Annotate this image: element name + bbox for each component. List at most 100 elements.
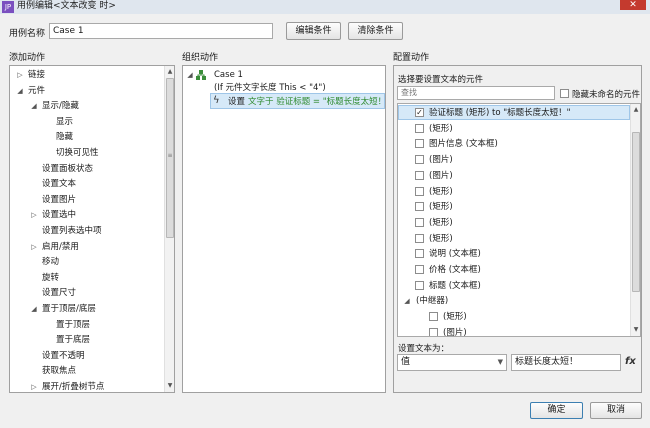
widget-item[interactable]: (矩形) [429,200,453,215]
grip-icon: ≡ [167,152,173,159]
scroll-down-arrow-icon[interactable]: ▼ [631,326,640,333]
widget-checkbox[interactable] [415,217,424,227]
widget-list-scrollbar[interactable]: ▲ ▼ [630,104,640,336]
expand-right-icon[interactable]: ▷ [30,211,38,219]
widget-item[interactable]: 图片信息 (文本框) [429,137,498,152]
widget-checkbox[interactable] [415,139,424,149]
organize-actions-title: 组织动作 [182,53,219,63]
chevron-down-icon: ▼ [497,358,503,366]
clear-condition-button[interactable]: 清除条件 [348,22,403,40]
expand-right-icon[interactable]: ▷ [30,383,38,391]
expand-right-icon[interactable]: ▷ [30,243,38,251]
fx-button[interactable]: fx [625,356,636,367]
widget-item[interactable]: 说明 (文本框) [429,247,481,262]
widget-checkbox[interactable] [415,123,424,133]
widget-item[interactable]: 价格 (文本框) [429,263,481,278]
expand-down-icon[interactable]: ◢ [16,87,24,95]
scroll-up-arrow-icon[interactable]: ▲ [631,106,640,113]
expand-down-icon[interactable]: ◢ [30,305,38,313]
config-actions-title: 配置动作 [393,53,430,63]
expand-down-icon[interactable]: ◢ [186,71,194,79]
action-item[interactable]: 设置尺寸 [42,286,76,301]
action-prefix: 设置 [228,97,246,107]
scroll-up-arrow-icon[interactable]: ▲ [165,68,174,75]
widget-checkbox[interactable] [429,312,438,322]
case-name-label: 用例名称 [9,29,46,39]
widget-item[interactable]: 标题 (文本框) [429,279,481,294]
widget-checkbox[interactable]: ✓ [415,108,424,117]
widget-item[interactable]: (矩形) [429,122,453,137]
widget-checkbox[interactable] [415,202,424,212]
action-item[interactable]: 设置文本 [42,177,76,192]
action-item[interactable]: 展开/折叠树节点 [42,380,104,392]
action-item[interactable]: 置于顶层 [56,318,90,333]
widget-checkbox[interactable] [415,155,424,165]
action-item[interactable]: 置于顶层/底层 [42,302,96,317]
action-item[interactable]: 切换可见性 [56,146,99,161]
widget-item[interactable]: (图片) [429,169,453,184]
app-icon: JP [2,1,14,13]
widget-checkbox[interactable] [415,249,424,259]
case-name-input[interactable]: Case 1 [49,23,273,39]
widget-item[interactable]: (图片) [429,153,453,168]
close-button[interactable]: ✕ [620,0,646,10]
action-item[interactable]: 设置面板状态 [42,162,93,177]
widget-checkbox[interactable] [415,233,424,243]
widget-search-input[interactable] [397,86,555,100]
widget-checkbox[interactable] [415,186,424,196]
action-item[interactable]: 显示/隐藏 [42,99,79,114]
widget-checkbox[interactable] [429,327,438,336]
widget-item[interactable]: (矩形) [443,310,467,325]
widget-item[interactable]: (图片) [443,326,467,336]
ok-button[interactable]: 确定 [530,402,583,419]
add-actions-title: 添加动作 [9,53,46,63]
config-actions-panel: 选择要设置文本的元件 隐藏未命名的元件 ✓ 验证标题 (矩形) to "标题长度太… [393,65,642,393]
widget-item[interactable]: (矩形) [429,232,453,247]
widget-list: ✓ 验证标题 (矩形) to "标题长度太短！" (矩形) 图片信息 (文本框) (图片… [397,103,641,337]
organize-actions-panel: ◢ Case 1 (If 元件文字长度 This < "4") ϟ 设置 文字于… [182,65,386,393]
lightning-icon: ϟ [213,95,220,106]
widget-checkbox[interactable] [415,170,424,180]
expand-down-icon[interactable]: ◢ [30,102,38,110]
action-item[interactable]: 设置选中 [42,208,76,223]
choose-widget-label: 选择要设置文本的元件 [398,75,484,85]
window-title: 用例编辑<文本改变 时> [17,1,116,11]
cancel-button[interactable]: 取消 [590,402,642,419]
action-item[interactable]: 链接 [28,68,45,83]
widget-item[interactable]: (中继器) [416,294,448,309]
widget-checkbox[interactable] [415,280,424,290]
action-item[interactable]: 隐藏 [56,130,73,145]
value-type-text: 值 [401,357,411,367]
hide-unnamed-checkbox[interactable] [560,89,569,98]
action-item[interactable]: 设置列表选中项 [42,224,102,239]
action-item[interactable]: 获取焦点 [42,364,76,379]
action-row[interactable]: ϟ 设置 文字于 验证标题 = "标题长度太短！" [210,93,385,109]
add-actions-tree: ▷ 链接 ◢ 元件 ◢ 显示/隐藏 显示 隐藏 切换可见性 设置面板状态 设置文本 设置图片 ▷ 设置选中… [10,66,164,392]
edit-condition-button[interactable]: 编辑条件 [286,22,341,40]
scroll-thumb[interactable] [632,132,640,292]
widget-item[interactable]: 验证标题 (矩形) to "标题长度太短！" [429,106,571,121]
action-item[interactable]: 设置图片 [42,193,76,208]
action-item[interactable]: 置于底层 [56,333,90,348]
action-item[interactable]: 移动 [42,255,59,270]
action-item[interactable]: 旋转 [42,271,59,286]
widget-checkbox[interactable] [415,265,424,274]
add-actions-scrollbar[interactable]: ▲ ≡ ▼ [164,66,174,392]
value-type-select[interactable]: 值 ▼ [397,354,507,371]
action-text: 文字于 验证标题 = "标题长度太短！" [248,97,386,107]
widget-item[interactable]: (矩形) [429,216,453,231]
expand-right-icon[interactable]: ▷ [16,71,24,79]
scroll-down-arrow-icon[interactable]: ▼ [165,382,174,389]
hide-unnamed-label: 隐藏未命名的元件 [572,90,641,100]
case-icon [196,70,206,80]
add-actions-panel: ▷ 链接 ◢ 元件 ◢ 显示/隐藏 显示 隐藏 切换可见性 设置面板状态 设置文本 设置图片 ▷ 设置选中… [9,65,175,393]
expand-down-icon[interactable]: ◢ [403,297,411,305]
case-label[interactable]: Case 1 [214,70,243,80]
action-item[interactable]: 元件 [28,84,45,99]
value-text-input[interactable]: 标题长度太短！ [511,354,621,371]
action-item[interactable]: 设置不透明 [42,349,85,364]
action-item[interactable]: 启用/禁用 [42,240,79,255]
set-text-label: 设置文本为： [398,344,450,354]
widget-item[interactable]: (矩形) [429,185,453,200]
action-item[interactable]: 显示 [56,115,73,130]
